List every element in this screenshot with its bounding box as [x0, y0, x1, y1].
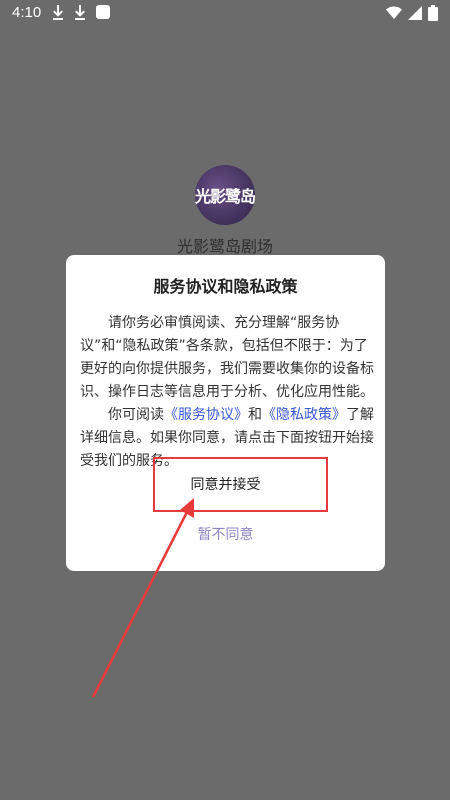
dialog-body: 请你务必审慎阅读、充分理解“服务协议”和“隐私政策”各条款，包括但不限于：为了更…: [80, 312, 374, 473]
service-agreement-link[interactable]: 《服务协议》: [164, 407, 248, 423]
wifi-icon: [386, 6, 402, 24]
app-logo: 光影鹭岛: [195, 165, 256, 225]
privacy-policy-link[interactable]: 《隐私政策》: [262, 407, 346, 423]
dialog-paragraph-2: 你可阅读《服务协议》和《隐私政策》了解详细信息。如果你同意，请点击下面按钮开始接…: [80, 404, 374, 473]
battery-icon: [428, 5, 438, 25]
status-time: 4:10: [12, 4, 42, 21]
download-icon: [74, 4, 86, 24]
dialog-title: 服务协议和隐私政策: [153, 277, 298, 296]
privacy-dialog: 服务协议和隐私政策 请你务必审慎阅读、充分理解“服务协议”和“隐私政策”各条款，…: [66, 255, 385, 571]
status-icons: [386, 5, 438, 25]
disagree-button[interactable]: 暂不同意: [158, 524, 293, 550]
status-bar: 4:10: [0, 0, 450, 26]
para2-prefix: 你可阅读: [108, 407, 164, 423]
dialog-paragraph-1: 请你务必审慎阅读、充分理解“服务协议”和“隐私政策”各条款，包括但不限于：为了更…: [80, 315, 374, 400]
download-icon: [52, 4, 64, 24]
signal-icon: [408, 6, 422, 24]
notification-icon: [96, 5, 110, 19]
para2-and: 和: [248, 407, 262, 423]
agree-button[interactable]: 同意并接受: [148, 466, 303, 504]
app-name: 光影鹭岛剧场: [176, 237, 273, 256]
